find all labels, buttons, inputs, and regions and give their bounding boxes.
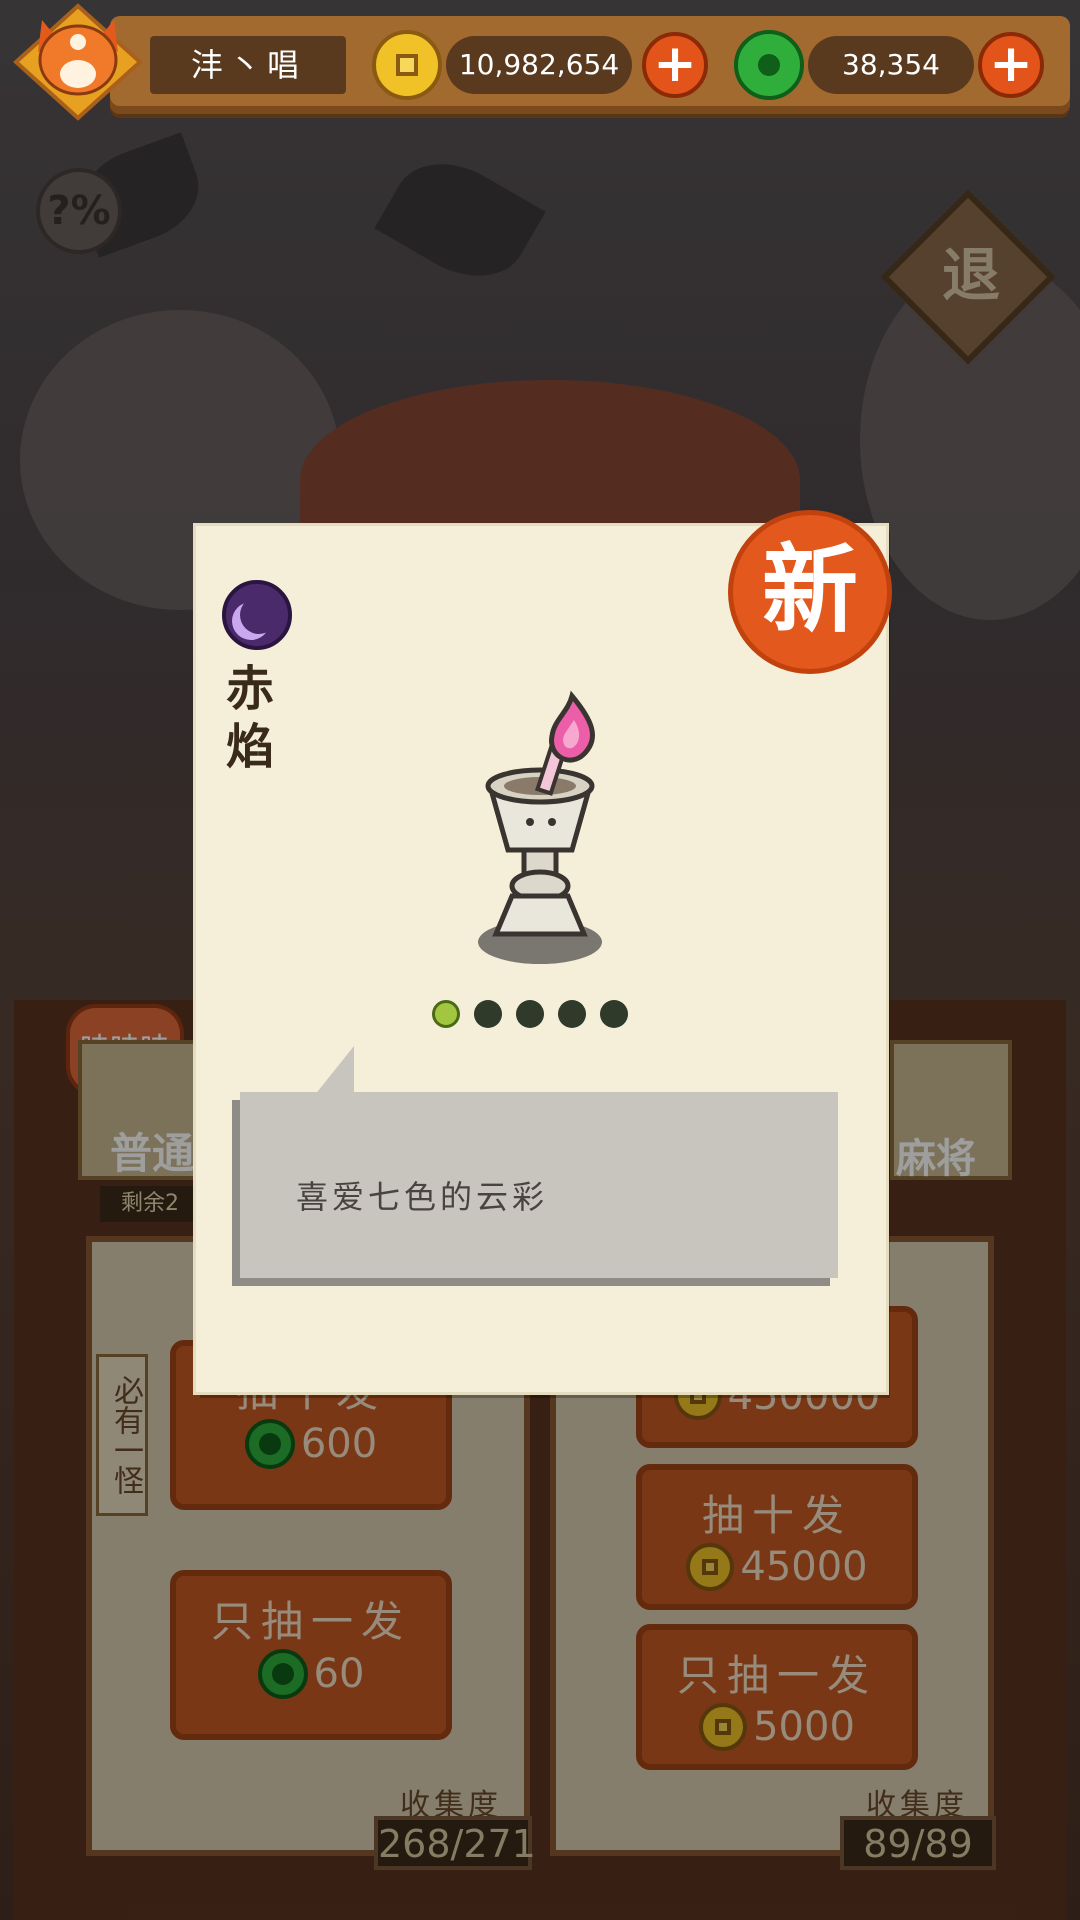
add-jade-button[interactable]: + [978, 32, 1044, 98]
moon-element-icon [222, 580, 292, 650]
rarity-dot-empty [558, 1000, 586, 1028]
rarity-dot-filled [432, 1000, 460, 1028]
speech-bubble-tail [314, 1046, 354, 1096]
rarity-dot-empty [474, 1000, 502, 1028]
rarity-dot-empty [516, 1000, 544, 1028]
rarity-dots [432, 1000, 628, 1028]
monster-name: 赤 焰 [226, 660, 286, 776]
add-coins-button[interactable]: + [642, 32, 708, 98]
monster-description: 喜爱七色的云彩 [296, 1178, 549, 1216]
player-name: 沣丶唱 [150, 36, 346, 94]
fox-mask-icon [13, 3, 143, 121]
jade-icon [734, 30, 804, 100]
jade-balance: 38,354 [808, 36, 974, 94]
monster-illustration [478, 690, 602, 964]
crescent-shape [240, 596, 278, 634]
rarity-dot-empty [600, 1000, 628, 1028]
new-badge: 新 [728, 510, 892, 674]
monster-name-line1: 赤 [226, 661, 275, 717]
coin-icon [372, 30, 442, 100]
monster-name-line2: 焰 [226, 719, 275, 775]
player-avatar[interactable] [8, 2, 148, 122]
coin-balance: 10,982,654 [446, 36, 632, 94]
